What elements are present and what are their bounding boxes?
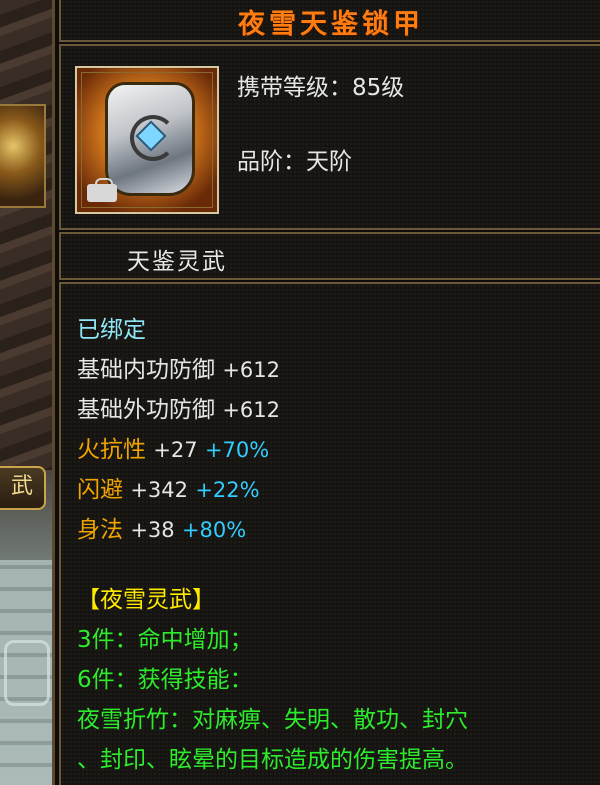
attr-agility: 身法 +38 +80% xyxy=(77,510,246,544)
attr-value: +27 xyxy=(153,438,198,462)
set-skill-desc-1: 夜雪折竹：对麻痹、失明、散功、封穴 xyxy=(77,707,468,733)
attr-dodge: 闪避 +342 +22% xyxy=(77,470,260,504)
attr-label: 闪避 xyxy=(77,477,123,503)
item-tooltip: 夜雪天鉴锁甲 携带等级：85级 品阶：天阶 天鉴灵武 已绑定 基础内功防御 +6… xyxy=(52,0,600,785)
attr-bonus: +22% xyxy=(195,478,260,502)
set-skill-desc-2: 、封印、眩晕的目标造成的伤害提高。 xyxy=(77,747,468,773)
attr-label: 基础内功防御 xyxy=(77,357,215,383)
attr-value: +38 xyxy=(130,518,175,542)
title-section: 夜雪天鉴锁甲 xyxy=(59,0,600,42)
background-ornament xyxy=(4,640,50,706)
neighbor-item-icon[interactable] xyxy=(0,104,46,208)
item-name: 夜雪天鉴锁甲 xyxy=(238,9,424,40)
attr-value: +612 xyxy=(222,358,280,382)
attr-label: 火抗性 xyxy=(77,437,146,463)
carry-level: 携带等级：85级 xyxy=(237,75,405,101)
attr-label: 基础外功防御 xyxy=(77,397,215,423)
attr-label: 身法 xyxy=(77,517,123,543)
attributes-section: 已绑定 基础内功防御 +612 基础外功防御 +612 火抗性 +27 +70%… xyxy=(59,282,600,785)
bound-status: 已绑定 xyxy=(77,317,146,343)
armor-icon xyxy=(75,66,219,214)
attr-value: +342 xyxy=(130,478,188,502)
background-scene: 武 xyxy=(0,0,56,785)
background-wood xyxy=(0,0,56,470)
attr-bonus: +80% xyxy=(181,518,247,542)
item-grade: 品阶：天阶 xyxy=(237,149,352,175)
armor-image xyxy=(105,82,195,196)
set-bonus-6: 6件：获得技能： xyxy=(77,667,253,693)
set-bonus-3: 3件：命中增加； xyxy=(77,627,253,653)
series-name: 天鉴灵武 xyxy=(127,249,227,275)
bag-icon xyxy=(87,178,117,202)
attr-value: +612 xyxy=(222,398,280,422)
attr-inner-defense: 基础内功防御 +612 xyxy=(77,350,280,384)
attr-fire-resist: 火抗性 +27 +70% xyxy=(77,430,269,464)
info-section: 携带等级：85级 品阶：天阶 xyxy=(59,44,600,230)
side-tab[interactable]: 武 xyxy=(0,466,46,510)
series-section: 天鉴灵武 xyxy=(59,232,600,280)
attr-outer-defense: 基础外功防御 +612 xyxy=(77,390,280,424)
set-name: 【夜雪灵武】 xyxy=(77,587,215,613)
attr-bonus: +70% xyxy=(204,438,270,462)
